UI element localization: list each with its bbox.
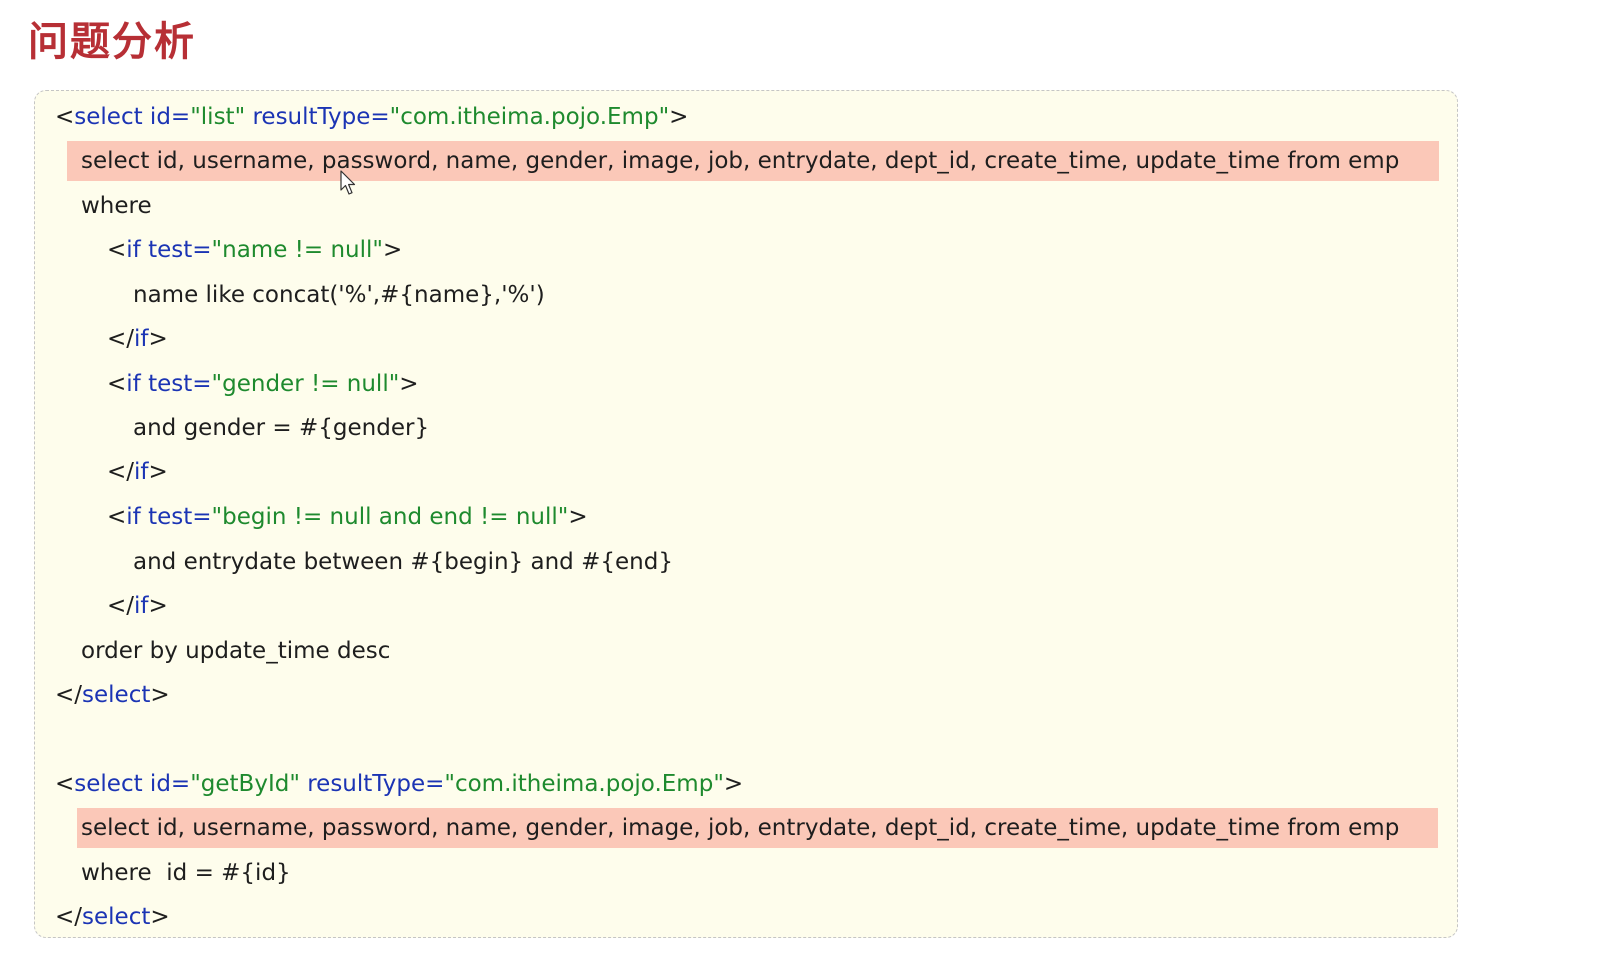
tag-bracket: > xyxy=(150,904,170,930)
code-line-and-entrydate: and entrydate between #{begin} and #{end… xyxy=(133,549,673,575)
tag-bracket: < xyxy=(107,371,127,397)
tag-bracket: > xyxy=(382,237,403,263)
tag-name: if xyxy=(126,504,141,530)
attr-name: resultType= xyxy=(299,771,445,797)
attr-name: test= xyxy=(140,237,212,263)
tag-bracket: > xyxy=(148,593,168,619)
attr-name: resultType= xyxy=(245,104,390,130)
tag-bracket: </ xyxy=(107,459,135,485)
tag-name: if xyxy=(126,237,141,263)
code-line-where: where xyxy=(81,193,152,219)
code-line-select-sql-highlighted: select id, username, password, name, gen… xyxy=(77,808,1438,848)
code-line-select-getbyid-open: <select id="getById" resultType="com.ith… xyxy=(55,764,743,804)
tag-bracket: > xyxy=(399,371,419,397)
tag-bracket: > xyxy=(148,326,168,352)
tag-bracket: > xyxy=(568,504,588,530)
tag-name: select xyxy=(74,104,143,130)
tag-bracket: < xyxy=(107,237,127,263)
mouse-cursor-icon xyxy=(340,170,356,195)
tag-bracket: > xyxy=(150,682,170,708)
attr-value: "com.itheima.pojo.Emp" xyxy=(444,771,724,797)
tag-name: select xyxy=(82,904,151,930)
tag-name: select xyxy=(82,682,151,708)
attr-name: test= xyxy=(140,371,212,397)
code-line-name-like: name like concat('%',#{name},'%') xyxy=(133,282,545,308)
attr-value: "com.itheima.pojo.Emp" xyxy=(389,104,670,130)
tag-name: if xyxy=(134,459,149,485)
attr-value: "begin != null and end != null" xyxy=(211,504,569,530)
code-line-if-close: </if> xyxy=(107,319,168,359)
code-line-if-close: </if> xyxy=(107,452,168,492)
tag-bracket: </ xyxy=(107,593,135,619)
code-line-and-gender: and gender = #{gender} xyxy=(133,415,430,441)
code-line-if-begin-end-open: <if test="begin != null and end != null"… xyxy=(107,497,588,537)
code-line-order-by: order by update_time desc xyxy=(81,638,391,664)
tag-bracket: < xyxy=(55,771,75,797)
tag-name: select xyxy=(74,771,143,797)
code-line-select-close: </select> xyxy=(55,675,170,715)
tag-bracket: </ xyxy=(55,682,83,708)
tag-name: if xyxy=(134,593,149,619)
tag-bracket: </ xyxy=(55,904,83,930)
tag-bracket: </ xyxy=(107,326,135,352)
code-line-select-list-open: <select id="list" resultType="com.itheim… xyxy=(55,97,688,137)
code-line-if-name-open: <if test="name != null"> xyxy=(107,230,402,270)
code-line-select-close: </select> xyxy=(55,897,170,937)
tag-bracket: > xyxy=(723,771,744,797)
attr-name: id= xyxy=(142,771,191,797)
tag-bracket: < xyxy=(107,504,127,530)
page-title: 问题分析 xyxy=(28,19,196,65)
code-line-where-id: where id = #{id} xyxy=(81,860,291,886)
code-line-select-sql-highlighted: select id, username, password, name, gen… xyxy=(67,141,1439,181)
tag-name: if xyxy=(134,326,149,352)
tag-bracket: < xyxy=(55,104,75,130)
code-line-if-close: </if> xyxy=(107,586,168,626)
tag-bracket: > xyxy=(669,104,689,130)
attr-value: "name != null" xyxy=(211,237,383,263)
attr-value: "gender != null" xyxy=(211,371,400,397)
tag-bracket: > xyxy=(148,459,168,485)
tag-name: if xyxy=(126,371,141,397)
attr-name: id= xyxy=(142,104,191,130)
attr-name: test= xyxy=(140,504,212,530)
code-line-if-gender-open: <if test="gender != null"> xyxy=(107,364,419,404)
attr-value: "list" xyxy=(190,104,246,130)
attr-value: "getById" xyxy=(190,771,300,797)
